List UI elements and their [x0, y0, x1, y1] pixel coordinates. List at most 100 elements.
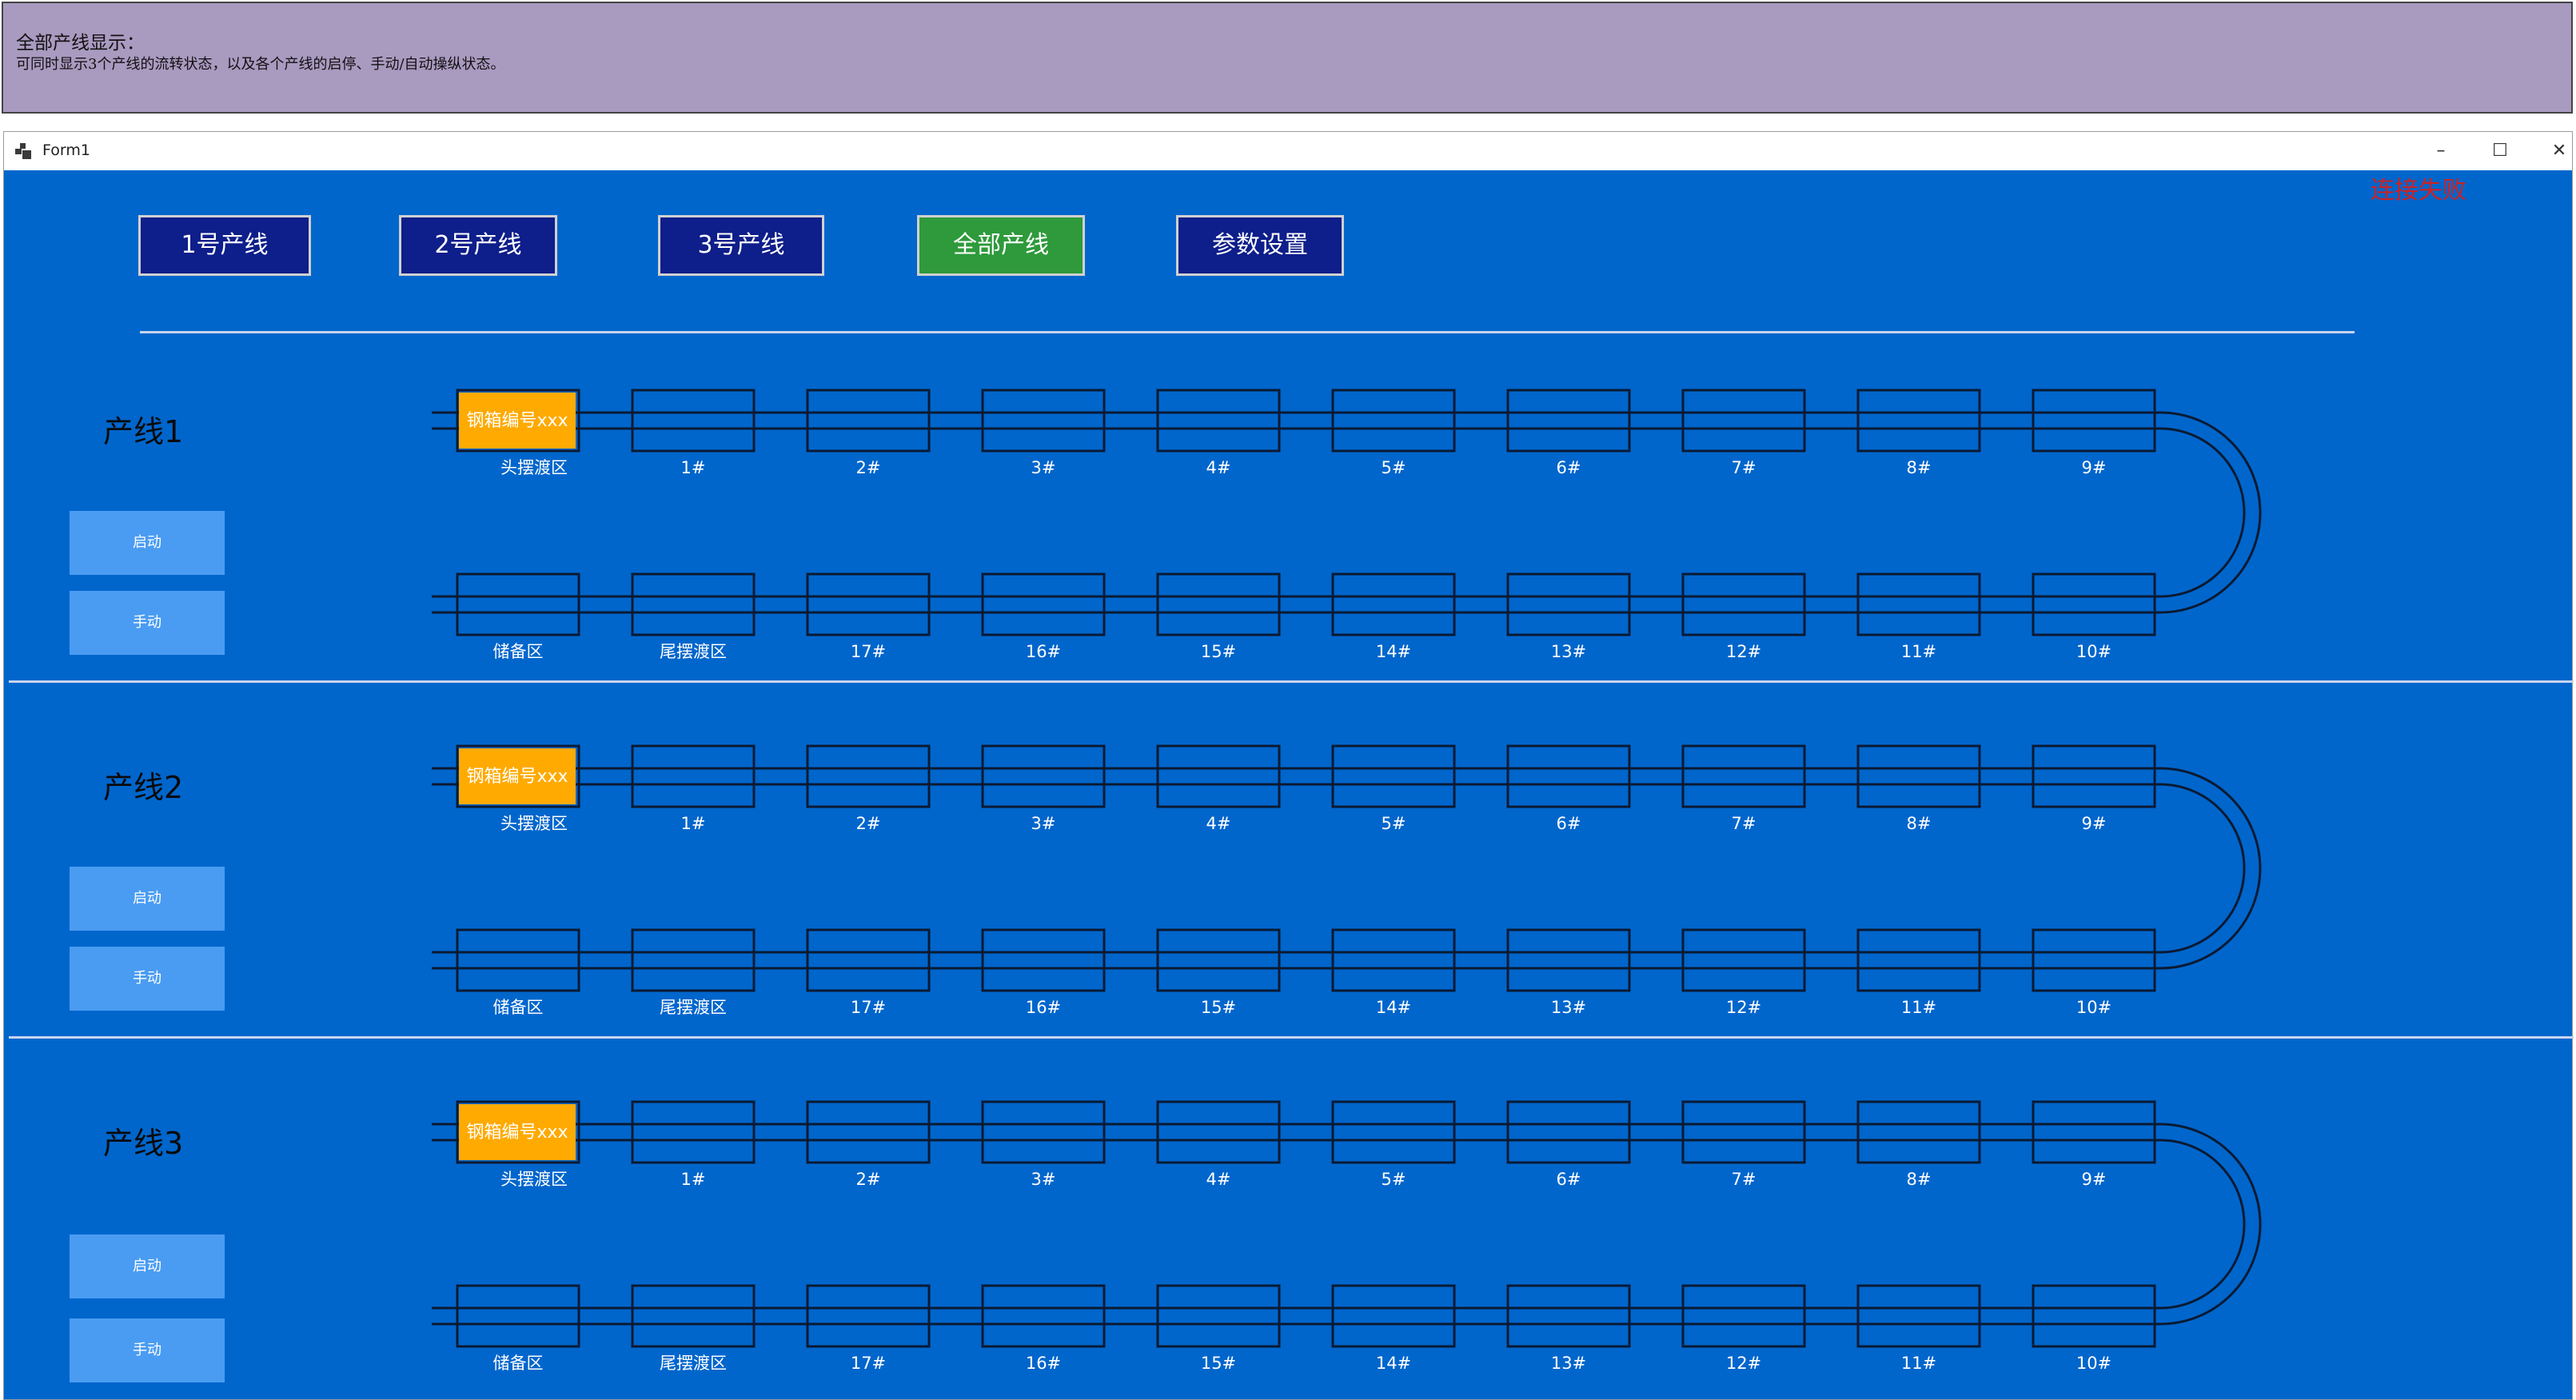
station-slot [1506, 572, 1631, 636]
station-label: 13# [1551, 1354, 1586, 1373]
station-slot [631, 928, 756, 992]
station-label: 3# [1031, 458, 1056, 477]
station-slot [456, 1284, 580, 1348]
station-slot [456, 928, 580, 992]
station-label: 12# [1726, 642, 1761, 661]
station-label: 14# [1376, 998, 1411, 1017]
station-label: 12# [1726, 1354, 1761, 1373]
station-slot [2032, 928, 2156, 992]
station-slot [2032, 572, 2156, 636]
station-label: 16# [1026, 998, 1061, 1017]
station-label: 16# [1026, 1354, 1061, 1373]
station-slot [1506, 389, 1631, 453]
station-slot [1856, 744, 1981, 808]
station-label: 3# [1031, 814, 1056, 833]
station-label: 6# [1557, 1170, 1581, 1189]
station-label: 尾摆渡区 [660, 998, 727, 1017]
station-label: 3# [1031, 1170, 1056, 1189]
station-label: 储备区 [493, 998, 544, 1017]
station-label: 尾摆渡区 [660, 1354, 727, 1373]
station-slot [1331, 744, 1456, 808]
station-label: 储备区 [493, 1354, 544, 1373]
station-slot [2032, 1284, 2156, 1348]
rail-curve [2159, 1139, 2246, 1310]
station-slot [1506, 1100, 1631, 1164]
station-slot [1156, 928, 1281, 992]
station-slot [2032, 389, 2156, 453]
station-slot [1681, 744, 1806, 808]
station-slot [631, 572, 756, 636]
station-slot [1681, 1284, 1806, 1348]
station-slot [1681, 1100, 1806, 1164]
station-slot [1856, 1284, 1981, 1348]
station-slot [806, 744, 931, 808]
station-label: 16# [1026, 642, 1061, 661]
carrier-label: 钢箱编号xxx [466, 767, 568, 787]
station-label: 5# [1382, 1170, 1406, 1189]
station-label: 5# [1382, 814, 1406, 833]
station-slot [1331, 389, 1456, 453]
station-label: 14# [1376, 642, 1411, 661]
station-slot [806, 1284, 931, 1348]
station-label: 4# [1206, 814, 1231, 833]
station-slot [806, 389, 931, 453]
station-slot [806, 1100, 931, 1164]
rail-curve [2159, 427, 2246, 598]
station-label: 7# [1732, 458, 1757, 477]
station-slot [1681, 572, 1806, 636]
station-label: 15# [1201, 1354, 1236, 1373]
station-label: 1# [681, 458, 706, 477]
station-label: 12# [1726, 998, 1761, 1017]
station-label: 13# [1551, 998, 1586, 1017]
station-label: 17# [851, 998, 886, 1017]
station-label: 1# [681, 1170, 706, 1189]
note-description: 可同时显示3个产线的流转状态，以及各个产线的启停、手动/自动操纵状态。 [16, 56, 505, 73]
station-label: 17# [851, 642, 886, 661]
station-label: 1# [681, 814, 706, 833]
note-title: 全部产线显示： [16, 33, 145, 54]
station-slot [1331, 572, 1456, 636]
station-label: 9# [2082, 458, 2107, 477]
station-slot [2032, 1100, 2156, 1164]
station-slot [1856, 928, 1981, 992]
station-slot [1156, 572, 1281, 636]
station-label: 10# [2076, 1354, 2111, 1373]
station-label: 6# [1557, 814, 1581, 833]
station-slot [806, 928, 931, 992]
station-label: 9# [2082, 814, 2107, 833]
station-slot [1856, 572, 1981, 636]
station-slot [631, 1284, 756, 1348]
station-slot [981, 744, 1106, 808]
station-slot [1156, 389, 1281, 453]
station-label: 10# [2076, 642, 2111, 661]
station-slot [631, 744, 756, 808]
station-slot [1506, 928, 1631, 992]
production-tracks: 头摆渡区储备区1#尾摆渡区2#17#3#16#4#15#5#14#6#13#7#… [432, 389, 2262, 1373]
station-label: 14# [1376, 1354, 1411, 1373]
station-label: 4# [1206, 1170, 1231, 1189]
carrier-label: 钢箱编号xxx [466, 411, 568, 431]
station-slot [1856, 1100, 1981, 1164]
station-label: 6# [1557, 458, 1581, 477]
station-slot [1156, 744, 1281, 808]
station-label: 头摆渡区 [500, 1170, 568, 1189]
station-slot [1156, 1284, 1281, 1348]
station-slot [1681, 928, 1806, 992]
station-label: 4# [1206, 458, 1231, 477]
station-label: 7# [1732, 814, 1757, 833]
station-slot [456, 572, 580, 636]
station-label: 头摆渡区 [500, 814, 568, 833]
station-label: 15# [1201, 998, 1236, 1017]
station-label: 11# [1901, 642, 1936, 661]
station-slot [1681, 389, 1806, 453]
carrier-label: 钢箱编号xxx [466, 1123, 568, 1143]
station-slot [981, 1100, 1106, 1164]
station-slot [2032, 744, 2156, 808]
station-label: 10# [2076, 998, 2111, 1017]
station-label: 5# [1382, 458, 1406, 477]
station-label: 2# [856, 1170, 881, 1189]
station-slot [1506, 1284, 1631, 1348]
station-slot [981, 1284, 1106, 1348]
form-window: Form1 – ☐ ✕ 连接失败 1号产线 2号产线 3号产线 全部产线 参数设… [3, 131, 2574, 1400]
rail-curve [2159, 783, 2246, 954]
